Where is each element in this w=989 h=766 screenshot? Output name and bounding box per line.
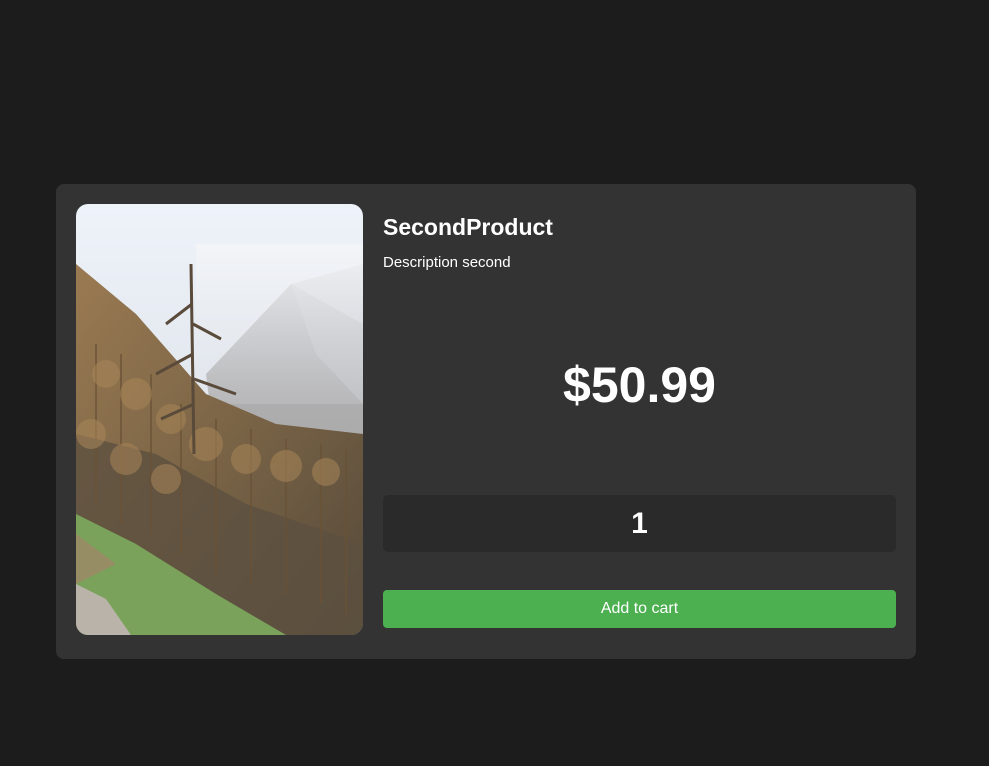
product-title: SecondProduct bbox=[383, 214, 553, 240]
product-image-art bbox=[76, 204, 363, 635]
product-info: SecondProduct Description second $50.99 … bbox=[383, 204, 896, 635]
product-image bbox=[76, 204, 363, 635]
product-description: Description second bbox=[383, 254, 511, 271]
product-card: SecondProduct Description second $50.99 … bbox=[56, 184, 916, 659]
add-to-cart-button[interactable]: Add to cart bbox=[383, 590, 896, 628]
product-price: $50.99 bbox=[563, 357, 716, 413]
quantity-input[interactable] bbox=[383, 495, 896, 552]
